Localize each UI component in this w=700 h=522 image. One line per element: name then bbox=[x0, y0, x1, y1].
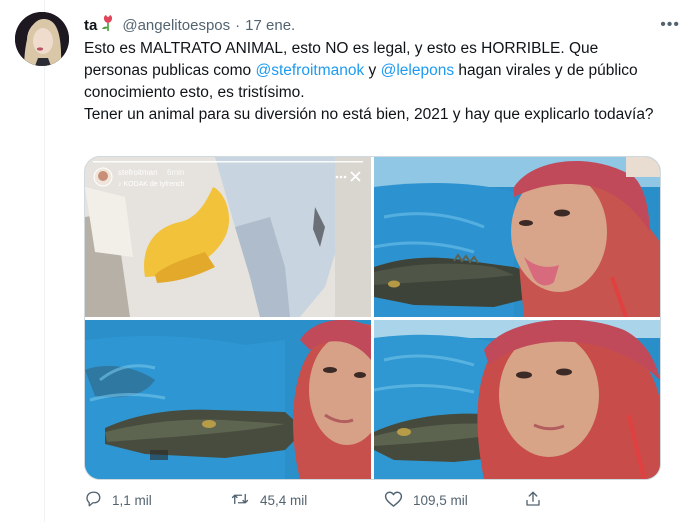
reply-count: 1,1 mil bbox=[112, 493, 152, 508]
tweet-text: Esto es MALTRATO ANIMAL, esto NO es lega… bbox=[84, 38, 659, 126]
like-icon bbox=[384, 490, 403, 511]
mention-link[interactable]: @lelepons bbox=[381, 62, 454, 79]
media-grid: stefroitman 6min ♪ KODAK de tyfrench bbox=[84, 156, 661, 480]
user-handle[interactable]: @angelitoespos bbox=[122, 17, 230, 34]
avatar-image bbox=[15, 12, 69, 66]
retweet-icon bbox=[230, 490, 250, 511]
more-icon bbox=[335, 175, 347, 179]
tweet-header: ta @angelitoespos · 17 ene. ••• bbox=[84, 14, 680, 36]
more-icon[interactable]: ••• bbox=[660, 16, 680, 34]
media-photo-1[interactable]: stefroitman 6min ♪ KODAK de tyfrench bbox=[85, 157, 371, 317]
media-photo-4[interactable] bbox=[374, 320, 660, 479]
media-photo-2[interactable] bbox=[374, 157, 660, 317]
reply-icon bbox=[84, 490, 102, 511]
retweet-count: 45,4 mil bbox=[260, 493, 308, 508]
share-icon bbox=[524, 490, 542, 511]
like-button[interactable]: 109,5 mil bbox=[384, 490, 468, 511]
thread-divider bbox=[44, 0, 45, 522]
tweet-actions: 1,1 mil 45,4 mil 109,5 mil bbox=[84, 490, 644, 514]
tweet-text-part: Tener un animal para su diversión no est… bbox=[84, 106, 654, 123]
display-name[interactable]: ta bbox=[84, 17, 97, 34]
avatar[interactable] bbox=[15, 12, 69, 66]
media-photo-3[interactable] bbox=[85, 320, 371, 479]
tweet-date[interactable]: 17 ene. bbox=[245, 17, 295, 34]
story-time: 6min bbox=[167, 168, 184, 177]
story-username: stefroitman bbox=[118, 168, 158, 177]
reply-button[interactable]: 1,1 mil bbox=[84, 490, 152, 511]
share-button[interactable] bbox=[524, 490, 542, 511]
separator-dot: · bbox=[235, 16, 241, 34]
story-music: ♪ KODAK de tyfrench bbox=[118, 181, 185, 188]
retweet-button[interactable]: 45,4 mil bbox=[230, 490, 307, 511]
flower-icon bbox=[100, 14, 116, 36]
like-count: 109,5 mil bbox=[413, 493, 468, 508]
tweet-text-part: y bbox=[364, 62, 381, 79]
mention-link[interactable]: @stefroitmanok bbox=[255, 62, 364, 79]
